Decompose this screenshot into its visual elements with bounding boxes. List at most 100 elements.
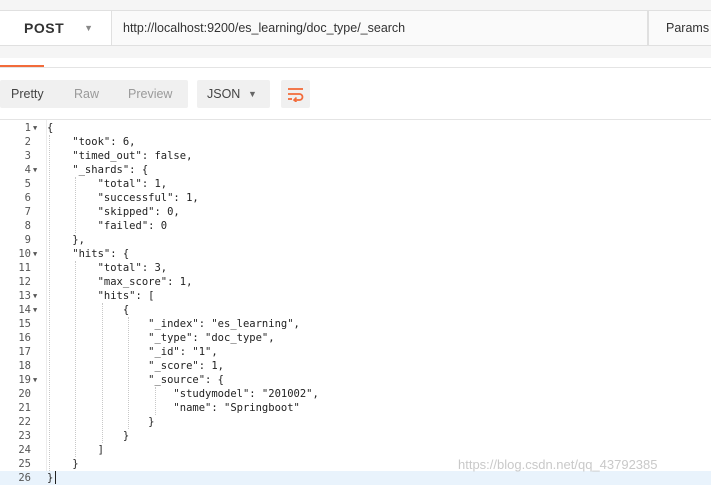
code-text: } bbox=[47, 430, 130, 442]
code-line: 16 "_type": "doc_type", bbox=[0, 331, 711, 345]
line-number: 25 bbox=[18, 458, 31, 470]
text-cursor bbox=[54, 471, 56, 484]
code-line: 9 }, bbox=[0, 233, 711, 247]
code-line: 2 "took": 6, bbox=[0, 135, 711, 149]
line-number: 12 bbox=[18, 276, 31, 288]
code-text: "_index": "es_learning", bbox=[47, 318, 300, 330]
code-line: 4 ▼ "_shards": { bbox=[0, 163, 711, 177]
code-line: 22 } bbox=[0, 415, 711, 429]
line-number: 8 bbox=[24, 220, 31, 232]
line-number: 9 bbox=[24, 234, 31, 246]
code-line: 17 "_id": "1", bbox=[0, 345, 711, 359]
code-text: { bbox=[47, 304, 130, 316]
code-text: "took": 6, bbox=[47, 136, 136, 148]
line-number: 24 bbox=[18, 444, 31, 456]
url-text: http://localhost:9200/es_learning/doc_ty… bbox=[123, 21, 406, 35]
code-line: 19 ▼ "_source": { bbox=[0, 373, 711, 387]
code-text: "_id": "1", bbox=[47, 346, 218, 358]
view-mode-pretty[interactable]: Pretty bbox=[11, 80, 44, 108]
line-number: 23 bbox=[18, 430, 31, 442]
code-line: 11 "total": 3, bbox=[0, 261, 711, 275]
format-label: JSON bbox=[207, 87, 241, 101]
view-mode-raw[interactable]: Raw bbox=[74, 80, 99, 108]
response-toolbar: Pretty Raw Preview JSON ▼ bbox=[0, 78, 711, 110]
format-dropdown[interactable]: JSON ▼ bbox=[197, 80, 270, 108]
code-text: "successful": 1, bbox=[47, 192, 199, 204]
indent-guide bbox=[128, 317, 130, 429]
code-text: "_score": 1, bbox=[47, 360, 225, 372]
code-line: 24 ] bbox=[0, 443, 711, 457]
response-body-editor[interactable]: 1 ▼{2 "took": 6, 3 "timed_out": false, 4 ▼ "… bbox=[0, 120, 711, 485]
line-number: 22 bbox=[18, 416, 31, 428]
code-text: "_shards": { bbox=[47, 164, 149, 176]
code-text: "skipped": 0, bbox=[47, 206, 180, 218]
wrap-lines-button[interactable] bbox=[281, 80, 310, 108]
chevron-down-icon: ▼ bbox=[248, 89, 257, 99]
code-line: 13 ▼ "hits": [ bbox=[0, 289, 711, 303]
code-text: "_source": { bbox=[47, 374, 225, 386]
code-line: 23 } bbox=[0, 429, 711, 443]
line-number: 14 bbox=[18, 304, 31, 316]
section-divider bbox=[0, 67, 711, 68]
code-text: "name": "Springboot" bbox=[47, 402, 300, 414]
line-number: 6 bbox=[24, 192, 31, 204]
url-input[interactable]: http://localhost:9200/es_learning/doc_ty… bbox=[112, 10, 648, 46]
line-number: 5 bbox=[24, 178, 31, 190]
fold-toggle-icon[interactable]: ▼ bbox=[33, 121, 37, 135]
indent-guide bbox=[75, 177, 77, 233]
line-number: 26 bbox=[18, 472, 31, 484]
request-bar: POST ▼ http://localhost:9200/es_learning… bbox=[0, 0, 711, 58]
line-number: 13 bbox=[18, 290, 31, 302]
view-mode-preview[interactable]: Preview bbox=[128, 80, 172, 108]
code-line: 1 ▼ { bbox=[0, 121, 711, 135]
code-text: "max_score": 1, bbox=[47, 276, 193, 288]
code-line: 12 "max_score": 1, bbox=[0, 275, 711, 289]
code-line: 21 "name": "Springboot" bbox=[0, 401, 711, 415]
code-line: 8 "failed": 0 bbox=[0, 219, 711, 233]
code-line: 5 "total": 1, bbox=[0, 177, 711, 191]
code-text: "failed": 0 bbox=[47, 220, 168, 232]
line-number: 15 bbox=[18, 318, 31, 330]
line-number: 11 bbox=[18, 262, 31, 274]
params-label: Params bbox=[666, 21, 710, 35]
code-text: "total": 1, bbox=[47, 178, 168, 190]
indent-guide bbox=[75, 261, 77, 457]
line-number: 10 bbox=[18, 248, 31, 260]
line-number: 4 bbox=[24, 164, 31, 176]
fold-toggle-icon[interactable]: ▼ bbox=[33, 289, 37, 303]
code-line: 6 "successful": 1, bbox=[0, 191, 711, 205]
line-number: 1 bbox=[24, 122, 31, 134]
method-label: POST bbox=[24, 20, 65, 36]
code-text: } bbox=[47, 458, 79, 470]
code-text: "hits": [ bbox=[47, 290, 155, 302]
fold-toggle-icon[interactable]: ▼ bbox=[33, 303, 37, 317]
line-number: 20 bbox=[18, 388, 31, 400]
code-line: 3 "timed_out": false, bbox=[0, 149, 711, 163]
code-line: 15 "_index": "es_learning", bbox=[0, 317, 711, 331]
indent-guide bbox=[154, 387, 156, 415]
fold-toggle-icon[interactable]: ▼ bbox=[33, 247, 37, 261]
line-number: 2 bbox=[24, 136, 31, 148]
indent-guide bbox=[49, 135, 50, 471]
code-text: "total": 3, bbox=[47, 262, 168, 274]
code-text: "studymodel": "201002", bbox=[47, 388, 319, 400]
fold-toggle-icon[interactable]: ▼ bbox=[33, 373, 37, 387]
code-text: { bbox=[47, 122, 54, 134]
fold-toggle-icon[interactable]: ▼ bbox=[33, 163, 37, 177]
wrap-lines-icon bbox=[288, 88, 304, 102]
code-text: "_type": "doc_type", bbox=[47, 332, 275, 344]
code-text: "hits": { bbox=[47, 248, 130, 260]
line-number: 21 bbox=[18, 402, 31, 414]
chevron-down-icon: ▼ bbox=[84, 23, 94, 33]
line-number: 3 bbox=[24, 150, 31, 162]
line-number: 19 bbox=[18, 374, 31, 386]
code-line: 20 "studymodel": "201002", bbox=[0, 387, 711, 401]
line-number: 7 bbox=[24, 206, 31, 218]
code-line: 18 "_score": 1, bbox=[0, 359, 711, 373]
indent-guide bbox=[101, 303, 103, 443]
method-dropdown[interactable]: POST ▼ bbox=[0, 10, 112, 46]
code-line: 7 "skipped": 0, bbox=[0, 205, 711, 219]
line-number: 16 bbox=[18, 332, 31, 344]
view-mode-segmented-control: Pretty Raw Preview bbox=[0, 80, 188, 108]
params-button[interactable]: Params bbox=[648, 10, 711, 46]
